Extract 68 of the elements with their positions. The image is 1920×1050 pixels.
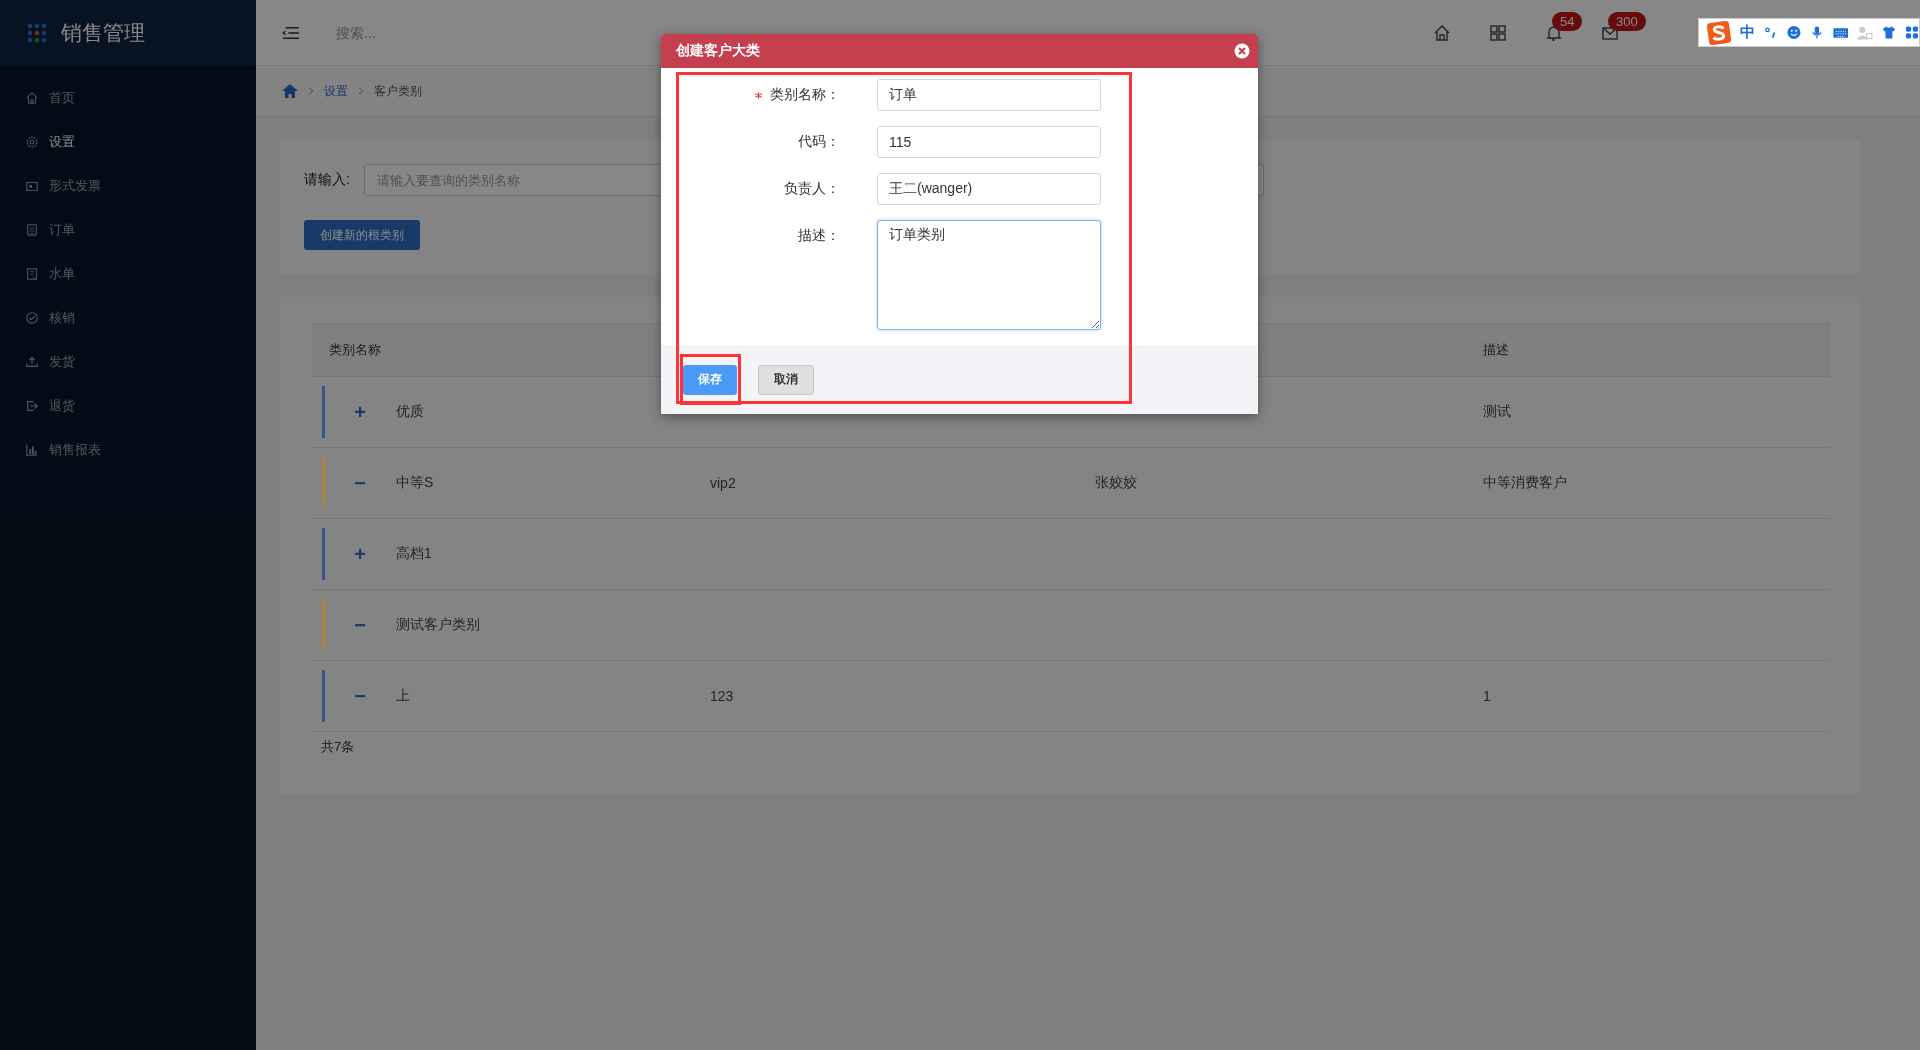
sidebar-item[interactable]: 退货 bbox=[0, 384, 256, 428]
dialog-title: 创建客户大类 bbox=[676, 42, 760, 60]
grid-icon[interactable] bbox=[1488, 22, 1508, 43]
sidebar-item[interactable]: 发货 bbox=[0, 340, 256, 384]
clipboard-icon bbox=[25, 223, 39, 237]
input-field[interactable]: 王二(wanger) bbox=[877, 173, 1101, 205]
invoice-icon bbox=[25, 179, 39, 193]
breadcrumb-item[interactable]: 设置 bbox=[324, 82, 348, 100]
expand-toggle[interactable]: − bbox=[350, 613, 370, 637]
table-cell-text: 中等消费客户 bbox=[1482, 474, 1567, 490]
chevron-icon bbox=[358, 87, 364, 95]
table-cell-text: 1 bbox=[1482, 688, 1491, 704]
gear-icon bbox=[25, 135, 39, 149]
emoji-icon[interactable] bbox=[1786, 25, 1801, 40]
create-category-button[interactable]: 创建新的根类别 bbox=[304, 220, 420, 250]
table-cell-text: 123 bbox=[709, 688, 734, 704]
check-icon bbox=[25, 311, 39, 325]
keyboard-icon[interactable] bbox=[1832, 25, 1849, 40]
chevron-icon bbox=[308, 87, 314, 95]
chart-icon bbox=[25, 443, 39, 457]
field-label: 类别名称： bbox=[770, 86, 840, 104]
field-label: 描述： bbox=[798, 227, 840, 245]
table-cell-text: 张姣姣 bbox=[1094, 474, 1137, 490]
table-cell-text: 中等S bbox=[395, 474, 434, 492]
sidebar-item[interactable]: 形式发票 bbox=[0, 164, 256, 208]
sidebar-item[interactable]: 设置 bbox=[0, 120, 256, 164]
exit-icon bbox=[25, 399, 39, 413]
count-badge: 54 bbox=[1552, 11, 1583, 31]
record-count: 共7条 bbox=[321, 739, 355, 754]
sidebar-item[interactable]: 核销 bbox=[0, 296, 256, 340]
input-field[interactable]: 订单 bbox=[877, 79, 1101, 111]
column-header: 描述 bbox=[1482, 341, 1510, 359]
breadcrumb-item: 客户类别 bbox=[374, 82, 422, 100]
description-field[interactable]: 订单类别 bbox=[877, 220, 1101, 330]
apps-icon[interactable] bbox=[1905, 25, 1919, 40]
app-title: 销售管理 bbox=[61, 20, 145, 46]
table-cell-text: 上 bbox=[395, 687, 410, 705]
shirt-icon[interactable] bbox=[1882, 25, 1897, 40]
expand-toggle[interactable]: + bbox=[350, 542, 370, 566]
table-cell-text: 测试 bbox=[1482, 403, 1511, 419]
save-button[interactable]: 保存 bbox=[683, 364, 737, 395]
expand-toggle[interactable]: − bbox=[350, 684, 370, 708]
field-label: 负责人： bbox=[784, 180, 840, 198]
home-icon bbox=[25, 91, 39, 105]
upload-icon bbox=[25, 355, 39, 369]
table-cell-text: vip2 bbox=[709, 475, 736, 491]
table-cell-text: 测试客户类别 bbox=[395, 616, 480, 634]
receipt-icon bbox=[25, 267, 39, 281]
input-field[interactable]: 115 bbox=[877, 126, 1101, 158]
close-icon[interactable] bbox=[1234, 43, 1250, 59]
expand-toggle[interactable]: − bbox=[350, 471, 370, 495]
home-icon[interactable] bbox=[282, 84, 298, 98]
ime-mode[interactable]: 中 bbox=[1740, 23, 1756, 42]
sidebar-item[interactable]: 水单 bbox=[0, 252, 256, 296]
field-label: 代码： bbox=[798, 133, 840, 151]
sidebar-item[interactable]: 订单 bbox=[0, 208, 256, 252]
sidebar-item[interactable]: 首页 bbox=[0, 76, 256, 120]
filter-label: 请输入: bbox=[304, 171, 350, 189]
ime-logo-icon[interactable] bbox=[1707, 19, 1732, 46]
cancel-button[interactable]: 取消 bbox=[758, 364, 814, 395]
table-cell-text: 高档1 bbox=[395, 545, 432, 563]
column-header: 类别名称 bbox=[328, 341, 382, 359]
count-badge: 300 bbox=[1608, 11, 1646, 31]
menu-icon[interactable] bbox=[282, 25, 300, 40]
sidebar-item[interactable]: 销售报表 bbox=[0, 428, 256, 472]
table-cell-text: 优质 bbox=[395, 403, 424, 421]
expand-toggle[interactable]: + bbox=[350, 400, 370, 424]
punctuation-icon[interactable] bbox=[1764, 25, 1778, 40]
